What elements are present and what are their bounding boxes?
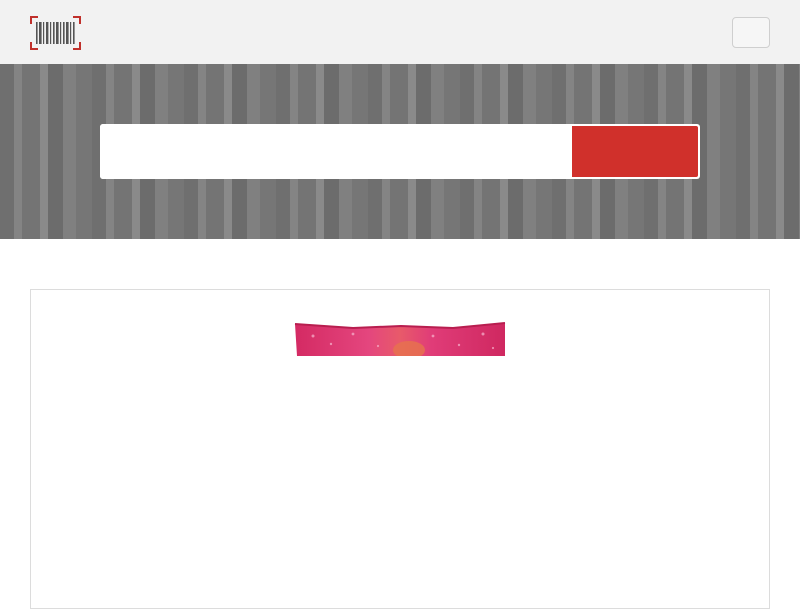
top-navbar: [0, 0, 800, 64]
menu-toggle-button[interactable]: [732, 17, 770, 48]
product-card: [30, 289, 770, 609]
search-input[interactable]: [100, 124, 572, 179]
product-package-image: [294, 322, 506, 356]
barcode-logo-icon[interactable]: [30, 16, 81, 50]
search-bar: [100, 124, 700, 179]
search-button[interactable]: [572, 126, 698, 177]
